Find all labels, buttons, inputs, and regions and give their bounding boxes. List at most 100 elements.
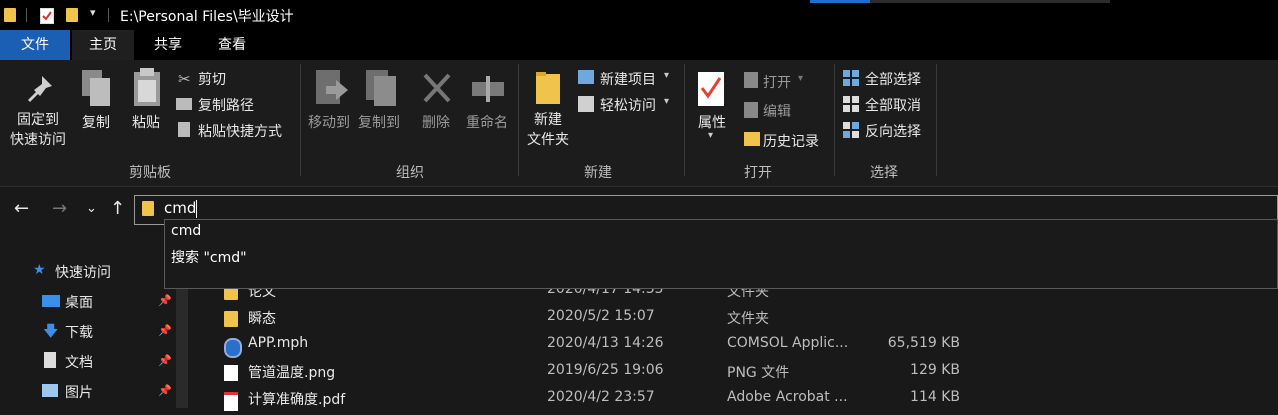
- move-to-icon: [314, 68, 350, 112]
- file-date: 2019/6/25 19:06: [547, 362, 664, 378]
- nav-documents[interactable]: 文档: [65, 352, 93, 372]
- suggestion-item[interactable]: cmd: [171, 223, 201, 239]
- history-button[interactable]: 历史记录: [763, 131, 819, 151]
- rename-button[interactable]: 重命名: [462, 112, 512, 132]
- new-folder-quick-icon[interactable]: [66, 8, 78, 22]
- comsol-file-icon: [224, 338, 242, 358]
- title-accent-bar: [870, 0, 1110, 3]
- back-arrow-icon[interactable]: ←: [14, 198, 29, 219]
- select-none-button[interactable]: 全部取消: [865, 95, 921, 115]
- forward-arrow-icon[interactable]: →: [52, 198, 67, 219]
- group-divider: [300, 64, 301, 176]
- copy-icon: [80, 68, 114, 112]
- star-icon: ★: [33, 262, 46, 278]
- open-button[interactable]: 打开: [763, 72, 791, 92]
- picture-icon: [42, 384, 58, 397]
- pin-icon: [24, 72, 56, 110]
- nav-downloads[interactable]: 下载: [65, 322, 93, 342]
- invert-selection-button[interactable]: 反向选择: [865, 121, 921, 141]
- new-item-button[interactable]: 新建项目: [600, 69, 656, 89]
- copy-to-icon: [364, 68, 400, 112]
- divider: [26, 8, 27, 22]
- edit-button[interactable]: 编辑: [763, 101, 791, 121]
- copy-button[interactable]: 复制: [76, 112, 116, 132]
- customize-toolbar-chevron-icon[interactable]: ▾: [90, 6, 96, 19]
- file-size: 114 KB: [910, 389, 960, 405]
- group-divider: [684, 64, 685, 176]
- file-name: 管道温度.png: [248, 365, 336, 381]
- select-none-icon: [843, 96, 859, 116]
- group-divider: [518, 64, 519, 176]
- paste-shortcut-icon: [178, 122, 190, 137]
- new-folder-label-line2: 文件夹: [527, 132, 569, 148]
- file-name: APP.mph: [248, 335, 309, 351]
- group-divider: [936, 64, 937, 176]
- open-dropdown-icon[interactable]: ▾: [798, 73, 803, 84]
- nav-quick-access[interactable]: 快速访问: [55, 262, 111, 282]
- pin-icon[interactable]: 📌: [158, 384, 172, 397]
- delete-button[interactable]: 删除: [416, 112, 456, 132]
- cut-button[interactable]: 剪切: [198, 69, 226, 89]
- file-date: 2020/4/13 14:26: [547, 335, 664, 351]
- edit-icon: [744, 102, 758, 118]
- download-arrow-icon: 🡇: [43, 322, 59, 340]
- history-icon: [744, 132, 760, 146]
- copy-path-button[interactable]: 复制路径: [198, 95, 254, 115]
- copy-path-icon: [176, 98, 192, 110]
- folder-icon: [4, 8, 16, 22]
- suggestion-search-item[interactable]: 搜索 "cmd": [171, 247, 247, 267]
- easy-access-button[interactable]: 轻松访问: [600, 95, 656, 115]
- window-title: E:\Personal Files\毕业设计: [120, 9, 294, 25]
- pin-to-quick-access-button[interactable]: 固定到 快速访问: [8, 110, 68, 150]
- properties-dropdown-icon[interactable]: ▾: [708, 130, 713, 141]
- group-divider: [834, 64, 835, 176]
- group-label-select: 选择: [870, 165, 898, 181]
- text-caret: [196, 200, 197, 218]
- file-name: 瞬态: [248, 311, 276, 327]
- properties-quick-icon[interactable]: [40, 8, 54, 24]
- paste-shortcut-button[interactable]: 粘贴快捷方式: [198, 121, 282, 141]
- tab-share[interactable]: 共享: [140, 30, 196, 60]
- rename-icon: [470, 74, 506, 106]
- up-arrow-icon[interactable]: ↑: [110, 198, 125, 219]
- address-suggestions: cmd 搜索 "cmd": [164, 219, 1278, 289]
- move-to-button[interactable]: 移动到: [304, 112, 354, 132]
- pin-label-line2: 快速访问: [10, 132, 66, 148]
- nav-pictures[interactable]: 图片: [65, 382, 93, 402]
- pin-icon[interactable]: 📌: [158, 324, 172, 337]
- divider: [108, 8, 109, 22]
- file-type: PNG 文件: [727, 365, 790, 381]
- title-accent: [810, 0, 870, 3]
- file-name: 计算准确度.pdf: [248, 392, 346, 408]
- pin-icon[interactable]: 📌: [158, 294, 172, 307]
- easy-access-icon: [578, 96, 594, 112]
- easy-access-dropdown-icon[interactable]: ▾: [664, 96, 669, 107]
- pin-label-line1: 固定到: [17, 112, 59, 128]
- folder-icon: [142, 201, 154, 216]
- new-item-dropdown-icon[interactable]: ▾: [664, 70, 669, 81]
- tab-file[interactable]: 文件: [0, 30, 70, 60]
- new-folder-button[interactable]: 新建 文件夹: [522, 110, 574, 150]
- pin-icon[interactable]: 📌: [158, 354, 172, 367]
- paste-button[interactable]: 粘贴: [126, 112, 166, 132]
- new-folder-icon: [534, 70, 562, 110]
- tab-home[interactable]: 主页: [72, 30, 134, 60]
- properties-icon: [696, 70, 726, 112]
- desktop-icon: [42, 295, 60, 307]
- pdf-file-icon: [224, 392, 238, 411]
- copy-to-button[interactable]: 复制到: [354, 112, 404, 132]
- recent-locations-chevron-icon[interactable]: ⌄: [86, 201, 97, 216]
- address-input[interactable]: cmd: [164, 199, 196, 217]
- properties-button[interactable]: 属性: [692, 112, 732, 132]
- document-icon: [44, 352, 56, 368]
- select-all-button[interactable]: 全部选择: [865, 69, 921, 89]
- tab-view[interactable]: 查看: [204, 30, 260, 60]
- new-folder-label-line1: 新建: [534, 112, 562, 128]
- group-label-open: 打开: [744, 165, 772, 181]
- delete-icon: [422, 72, 452, 108]
- new-item-icon: [578, 70, 594, 84]
- nav-desktop[interactable]: 桌面: [65, 292, 93, 312]
- invert-selection-icon: [843, 122, 859, 142]
- group-label-clipboard: 剪贴板: [129, 165, 171, 181]
- image-file-icon: [224, 365, 238, 381]
